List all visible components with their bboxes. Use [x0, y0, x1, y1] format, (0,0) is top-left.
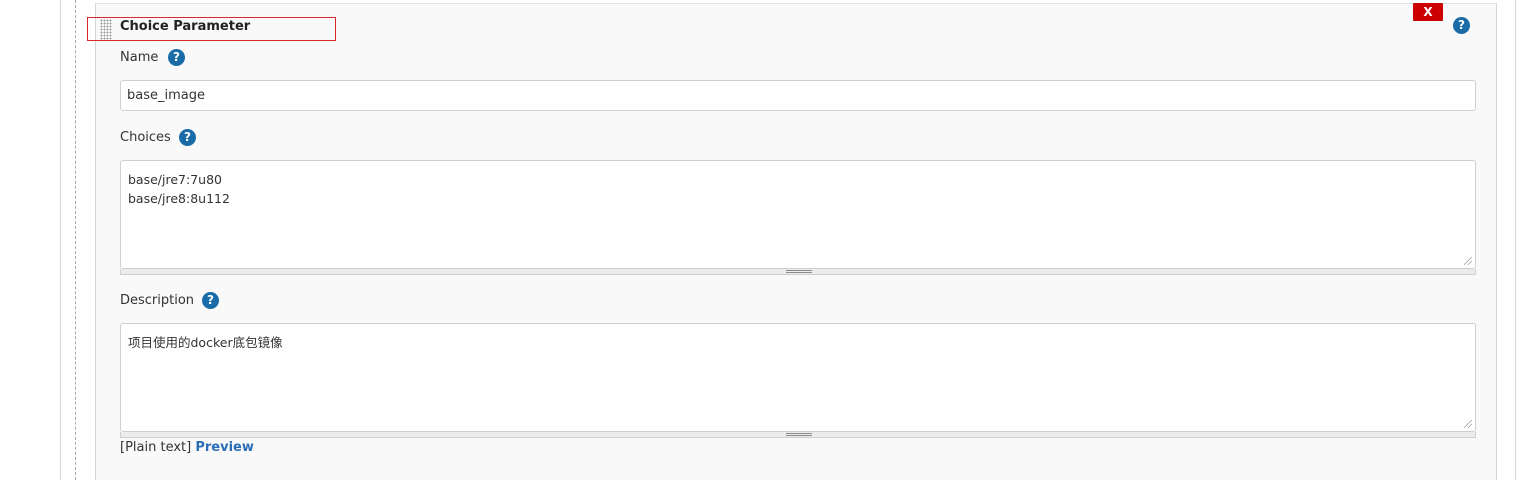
- resize-grip-icon[interactable]: [1464, 420, 1472, 428]
- description-textarea[interactable]: 项目使用的docker底包镜像: [120, 323, 1476, 432]
- name-input[interactable]: base_image: [120, 80, 1476, 111]
- help-icon[interactable]: ?: [202, 292, 219, 309]
- preview-link[interactable]: Preview: [195, 440, 254, 455]
- help-icon[interactable]: ?: [1453, 17, 1470, 34]
- description-resize-bar[interactable]: [120, 432, 1476, 438]
- delete-parameter-button[interactable]: X: [1413, 3, 1443, 21]
- help-icon[interactable]: ?: [168, 49, 185, 66]
- plain-text-label: [Plain text]: [120, 440, 192, 455]
- repeatable-guide-line: [75, 0, 76, 480]
- choices-textarea[interactable]: base/jre7:7u80 base/jre8:8u112: [120, 160, 1476, 269]
- help-icon[interactable]: ?: [179, 129, 196, 146]
- choices-label: Choices: [120, 130, 171, 145]
- resize-grip-icon: [786, 270, 812, 273]
- resize-grip-icon: [786, 433, 812, 436]
- panel-title: Choice Parameter: [120, 19, 251, 34]
- resize-grip-icon[interactable]: [1464, 257, 1472, 265]
- markup-note: [Plain text] Preview: [120, 440, 254, 455]
- choices-resize-bar[interactable]: [120, 269, 1476, 275]
- description-label: Description: [120, 293, 195, 308]
- name-label: Name: [120, 50, 159, 65]
